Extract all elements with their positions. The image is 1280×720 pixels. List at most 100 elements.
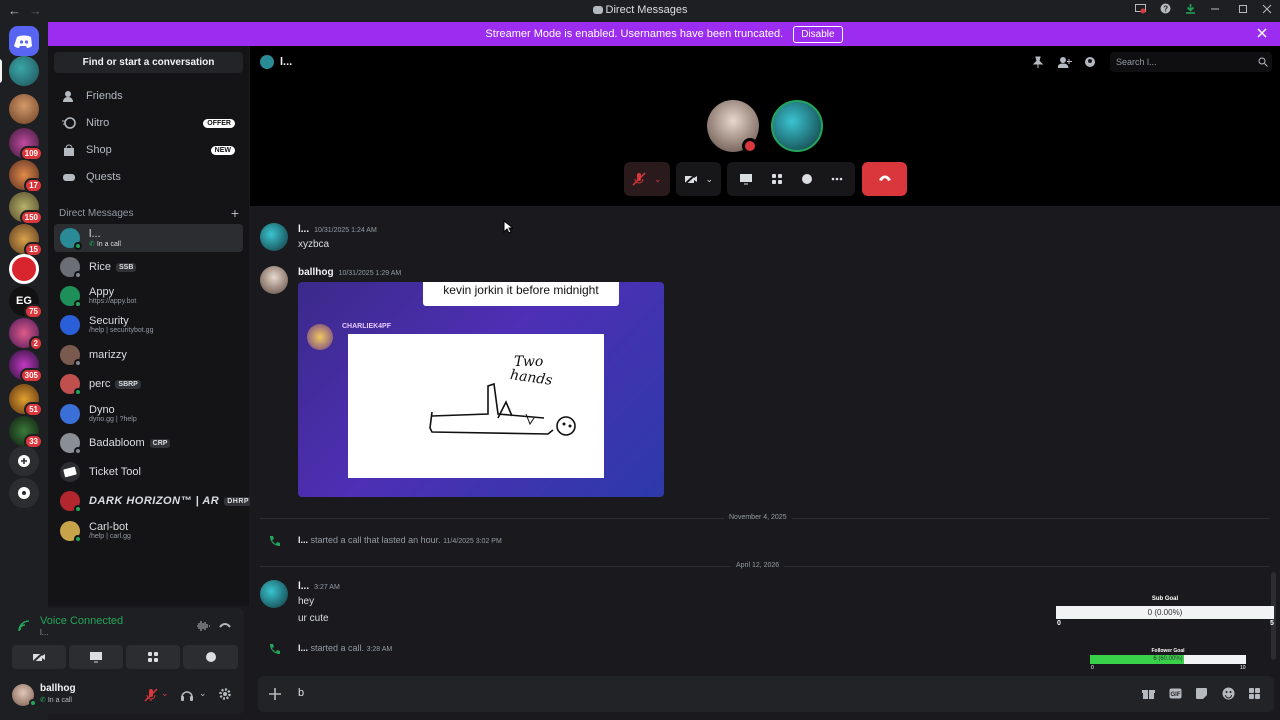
dm-name: DARK HORIZON™ | AR DHRP xyxy=(89,495,253,507)
dm-subtext: https://appy.bot xyxy=(89,298,137,305)
screen-share-icon[interactable] xyxy=(1135,3,1146,14)
emoji-icon[interactable] xyxy=(1222,687,1235,700)
mute-group[interactable]: ⌄ xyxy=(624,162,670,196)
dm-item[interactable]: Ticket Tool xyxy=(54,458,243,486)
voice-channel[interactable]: l... xyxy=(40,628,48,637)
disconnect-icon[interactable] xyxy=(219,622,231,630)
avatar[interactable] xyxy=(260,266,288,294)
dm-subtext: /help | carl.gg xyxy=(89,533,131,540)
title-bar: ← → Direct Messages ? xyxy=(0,0,1280,22)
nav-shop[interactable]: Shop NEW xyxy=(54,138,243,162)
gif-icon[interactable]: GIF xyxy=(1169,687,1182,700)
nav-friends[interactable]: Friends xyxy=(54,84,243,108)
help-icon[interactable]: ? xyxy=(1160,3,1171,14)
camera-group[interactable]: ⌄ xyxy=(675,162,722,196)
create-dm-icon[interactable]: + xyxy=(231,205,239,221)
window-title: Direct Messages xyxy=(0,4,1280,16)
unread-badge: 2 xyxy=(28,336,43,351)
user-profile-icon[interactable] xyxy=(1084,56,1096,68)
sticker-icon[interactable] xyxy=(1195,687,1208,700)
server-icon-8[interactable]: EG 75 xyxy=(9,286,43,319)
mic-muted-icon[interactable] xyxy=(144,688,158,702)
close-window-icon[interactable] xyxy=(1262,4,1272,14)
screenshare-button[interactable] xyxy=(69,645,123,669)
server-icon-4[interactable]: 17 xyxy=(9,160,43,193)
camera-off-icon xyxy=(32,651,46,663)
message-text: hey xyxy=(298,596,315,607)
chevron-down-icon[interactable]: ⌄ xyxy=(706,174,714,185)
dm-item[interactable]: Carl-bot /help | carl.gg xyxy=(54,517,243,545)
download-icon[interactable] xyxy=(1185,3,1196,14)
unread-badge: 305 xyxy=(19,368,43,383)
close-banner-icon[interactable] xyxy=(1256,27,1268,39)
soundboard-icon[interactable] xyxy=(801,173,813,185)
server-icon-11[interactable]: 51 xyxy=(9,384,43,417)
message-author[interactable]: l... 10/31/2025 1:24 AM xyxy=(298,224,377,235)
headphones-icon[interactable] xyxy=(180,688,194,702)
dm-item[interactable]: Rice SSB xyxy=(54,253,243,281)
find-conversation-button[interactable]: Find or start a conversation xyxy=(54,52,243,73)
chevron-down-icon[interactable]: ⌄ xyxy=(654,174,662,185)
nav-nitro[interactable]: Nitro OFFER xyxy=(54,111,243,135)
add-friends-icon[interactable] xyxy=(1058,56,1072,68)
dm-item[interactable]: Badabloom CRP xyxy=(54,429,243,457)
disable-button[interactable]: Disable xyxy=(793,25,843,43)
nav-quests[interactable]: Quests xyxy=(54,165,243,189)
dm-item[interactable]: DARK HORIZON™ | AR DHRP xyxy=(54,487,253,515)
server-icon-3[interactable]: 109 xyxy=(9,128,43,161)
message-author[interactable]: ballhog 10/31/2025 1:29 AM xyxy=(298,267,401,278)
activities-icon[interactable] xyxy=(771,173,783,185)
dm-item[interactable]: l... ✆ In a call xyxy=(54,224,243,252)
minimize-icon[interactable] xyxy=(1210,4,1224,14)
chevron-down-icon[interactable]: ⌄ xyxy=(161,688,169,699)
muted-indicator-icon xyxy=(742,138,758,154)
server-icon-12[interactable]: 33 xyxy=(9,416,43,449)
search-input[interactable]: Search l... xyxy=(1110,52,1272,72)
hang-up-button[interactable] xyxy=(862,162,907,196)
status-indicator xyxy=(74,242,82,250)
server-icon-2[interactable] xyxy=(9,94,39,124)
maximize-icon[interactable] xyxy=(1238,4,1248,14)
camera-off-button[interactable] xyxy=(12,645,66,669)
chevron-down-icon[interactable]: ⌄ xyxy=(199,688,207,699)
server-icon-1[interactable] xyxy=(9,56,39,86)
pin-icon[interactable] xyxy=(1032,56,1044,68)
discover-icon[interactable] xyxy=(9,478,39,508)
nitro-icon xyxy=(62,117,76,129)
server-icon-5[interactable]: 150 xyxy=(9,192,43,225)
add-server-icon[interactable] xyxy=(9,446,39,476)
avatar[interactable] xyxy=(260,580,288,608)
dm-item[interactable]: marizzy xyxy=(54,341,243,369)
activities-icon xyxy=(148,652,158,662)
noise-suppression-icon[interactable] xyxy=(196,620,210,632)
activities-button[interactable] xyxy=(126,645,180,669)
image-attachment[interactable]: kevin jorkin it before midnight CHARLIEK… xyxy=(298,282,664,497)
avatar[interactable] xyxy=(260,223,288,251)
avatar xyxy=(60,404,80,424)
more-options-icon[interactable] xyxy=(831,177,843,181)
dm-item[interactable]: Appy https://appy.bot xyxy=(54,282,243,310)
gift-icon[interactable] xyxy=(1142,687,1155,700)
server-icon-9[interactable]: 2 xyxy=(9,318,43,351)
participant-avatar[interactable] xyxy=(771,100,823,152)
camera-off-icon[interactable] xyxy=(683,173,698,185)
status-indicator xyxy=(74,447,82,455)
server-icon-10[interactable]: 305 xyxy=(9,350,43,383)
message-author[interactable]: l... 3:27 AM xyxy=(298,581,340,592)
message-input[interactable]: b xyxy=(298,687,304,699)
mic-muted-icon[interactable] xyxy=(632,172,646,186)
attach-plus-icon[interactable] xyxy=(268,687,282,701)
dm-item[interactable]: perc SBRP xyxy=(54,370,243,398)
system-message: l... started a call. 3:28 AM xyxy=(298,643,393,653)
screenshare-icon[interactable] xyxy=(739,173,753,185)
settings-gear-icon[interactable] xyxy=(218,687,232,701)
dm-item[interactable]: Security /help | securitybot.gg xyxy=(54,311,243,339)
voice-panel: Voice Connected l... xyxy=(6,608,244,676)
dm-item[interactable]: Dyno dyno.gg | ?help xyxy=(54,400,243,428)
server-icon-6[interactable]: 15 xyxy=(9,224,43,257)
soundboard-button[interactable] xyxy=(183,645,238,669)
home-button[interactable] xyxy=(9,26,39,56)
server-icon-7[interactable] xyxy=(9,254,39,284)
header-title: l... xyxy=(280,56,293,68)
apps-icon[interactable] xyxy=(1248,687,1261,700)
